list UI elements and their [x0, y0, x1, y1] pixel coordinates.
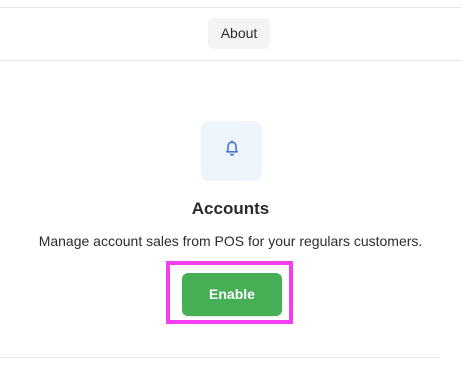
tab-about[interactable]: About — [208, 18, 270, 49]
bell-icon — [224, 140, 240, 162]
enable-button[interactable]: Enable — [182, 273, 282, 316]
feature-title: Accounts — [191, 199, 270, 218]
header-divider — [0, 60, 461, 61]
accounts-settings-page: About Accounts Manage account sales from… — [0, 0, 461, 367]
feature-icon-tile — [201, 121, 262, 181]
bottom-divider — [0, 357, 440, 358]
feature-description: Manage account sales from POS for your r… — [38, 233, 423, 249]
top-divider — [0, 7, 461, 8]
